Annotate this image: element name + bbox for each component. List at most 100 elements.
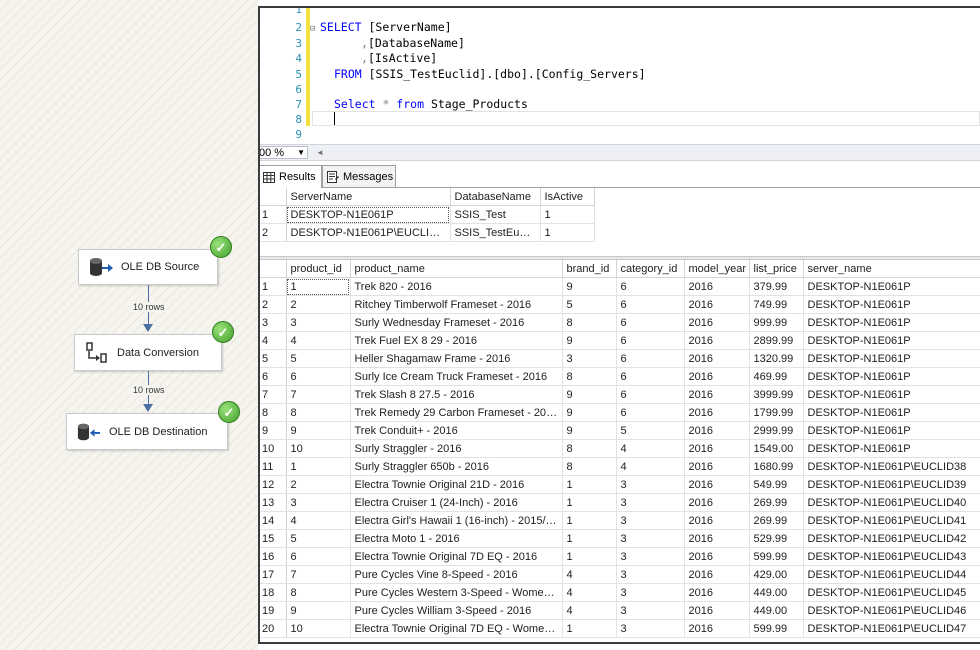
- table-cell[interactable]: 7: [286, 565, 351, 584]
- table-row[interactable]: 8 8 Trek Remedy 29 Carbon Frameset - 2016 9…: [260, 403, 980, 422]
- table-cell[interactable]: Electra Moto 1 - 2016: [350, 529, 563, 548]
- table-cell[interactable]: 1: [286, 277, 351, 296]
- row-number[interactable]: 1: [260, 277, 287, 296]
- table-cell[interactable]: Heller Shagamaw Frame - 2016: [350, 349, 563, 368]
- table-cell[interactable]: 2016: [684, 349, 750, 368]
- table-cell[interactable]: DESKTOP-N1E061P\EUCLID38: [803, 457, 980, 476]
- row-number[interactable]: 20: [260, 619, 287, 638]
- table-cell[interactable]: 999.99: [749, 313, 804, 332]
- column-header[interactable]: category_id: [616, 260, 685, 278]
- table-cell[interactable]: 599.99: [749, 547, 804, 566]
- table-cell[interactable]: 4: [562, 565, 617, 584]
- table-cell[interactable]: 1: [540, 205, 595, 224]
- table-row[interactable]: 17 7 Pure Cycles Vine 8-Speed - 2016 4 3 2016…: [260, 565, 980, 584]
- table-cell[interactable]: 2016: [684, 331, 750, 350]
- table-cell[interactable]: 1: [286, 457, 351, 476]
- row-number[interactable]: 16: [260, 547, 287, 566]
- query-editor[interactable]: 1 2 3 4 5 6 7 8 9 ⊟ SELECT [ServerName] …: [260, 8, 980, 144]
- table-row[interactable]: 20 10 Electra Townie Original 7D EQ - Wome…: [260, 619, 980, 638]
- table-cell[interactable]: 2016: [684, 583, 750, 602]
- table-cell[interactable]: Pure Cycles Western 3-Speed - Women's ..…: [350, 583, 563, 602]
- column-header[interactable]: model_year: [684, 260, 750, 278]
- table-cell[interactable]: 8: [562, 367, 617, 386]
- table-cell[interactable]: 6: [616, 349, 685, 368]
- table-row[interactable]: 9 9 Trek Conduit+ - 2016 9 5 2016 2999.99 DESKT…: [260, 421, 980, 440]
- column-header[interactable]: brand_id: [562, 260, 617, 278]
- table-cell[interactable]: SSIS_TestEuclid: [450, 223, 541, 242]
- column-header[interactable]: IsActive: [540, 188, 595, 206]
- table-row[interactable]: 5 5 Heller Shagamaw Frame - 2016 3 6 2016 1320…: [260, 349, 980, 368]
- row-number[interactable]: 4: [260, 331, 287, 350]
- table-cell[interactable]: Trek Conduit+ - 2016: [350, 421, 563, 440]
- table-cell[interactable]: 8: [562, 457, 617, 476]
- row-number[interactable]: 14: [260, 511, 287, 530]
- row-number[interactable]: 11: [260, 457, 287, 476]
- row-number[interactable]: 8: [260, 403, 287, 422]
- table-cell[interactable]: 2016: [684, 385, 750, 404]
- table-cell[interactable]: 4: [286, 511, 351, 530]
- table-cell[interactable]: 2016: [684, 529, 750, 548]
- table-row[interactable]: 7 7 Trek Slash 8 27.5 - 2016 9 6 2016 3999.99 D…: [260, 385, 980, 404]
- row-number[interactable]: 7: [260, 385, 287, 404]
- table-cell[interactable]: 1: [562, 529, 617, 548]
- table-cell[interactable]: 3: [562, 349, 617, 368]
- table-cell[interactable]: Surly Straggler 650b - 2016: [350, 457, 563, 476]
- table-cell[interactable]: 6: [616, 295, 685, 314]
- scroll-left-icon[interactable]: ◄: [316, 148, 324, 157]
- row-number[interactable]: 17: [260, 565, 287, 584]
- result-grid-servers[interactable]: ServerName DatabaseName IsActive 1 DESKTO…: [260, 188, 595, 242]
- table-cell[interactable]: 8: [286, 583, 351, 602]
- table-cell[interactable]: 9: [286, 601, 351, 620]
- table-cell[interactable]: 1320.99: [749, 349, 804, 368]
- tab-messages[interactable]: Messages: [322, 165, 396, 187]
- table-row[interactable]: 4 4 Trek Fuel EX 8 29 - 2016 9 6 2016 2899.99 D…: [260, 331, 980, 350]
- row-number[interactable]: 13: [260, 493, 287, 512]
- table-cell[interactable]: 3: [616, 619, 685, 638]
- column-header[interactable]: DatabaseName: [450, 188, 541, 206]
- row-number[interactable]: 6: [260, 367, 287, 386]
- table-cell[interactable]: DESKTOP-N1E061P\EUCLID44: [803, 565, 980, 584]
- table-cell[interactable]: 6: [616, 277, 685, 296]
- row-number[interactable]: 19: [260, 601, 287, 620]
- row-number[interactable]: 1: [260, 205, 287, 224]
- table-cell[interactable]: 3: [616, 475, 685, 494]
- table-cell[interactable]: 2016: [684, 367, 750, 386]
- table-cell[interactable]: 8: [562, 313, 617, 332]
- table-cell[interactable]: DESKTOP-N1E061P\EUCLID45: [803, 583, 980, 602]
- table-cell[interactable]: 2016: [684, 457, 750, 476]
- row-number[interactable]: 3: [260, 313, 287, 332]
- table-cell[interactable]: 429.00: [749, 565, 804, 584]
- table-cell[interactable]: DESKTOP-N1E061P: [803, 349, 980, 368]
- table-cell[interactable]: 3: [616, 493, 685, 512]
- table-cell[interactable]: 269.99: [749, 511, 804, 530]
- table-cell[interactable]: 2016: [684, 313, 750, 332]
- table-cell[interactable]: 2016: [684, 277, 750, 296]
- table-cell[interactable]: 6: [616, 331, 685, 350]
- table-cell[interactable]: 5: [616, 421, 685, 440]
- table-row[interactable]: 11 1 Surly Straggler 650b - 2016 8 4 2016 1680…: [260, 457, 980, 476]
- table-cell[interactable]: 5: [562, 295, 617, 314]
- table-cell[interactable]: DESKTOP-N1E061P: [803, 367, 980, 386]
- table-cell[interactable]: 2016: [684, 295, 750, 314]
- table-cell[interactable]: 2016: [684, 511, 750, 530]
- table-cell[interactable]: DESKTOP-N1E061P\EUCLID47: [803, 619, 980, 638]
- table-cell[interactable]: 529.99: [749, 529, 804, 548]
- table-cell[interactable]: 2016: [684, 403, 750, 422]
- table-cell[interactable]: 469.99: [749, 367, 804, 386]
- table-cell[interactable]: Ritchey Timberwolf Frameset - 2016: [350, 295, 563, 314]
- table-cell[interactable]: DESKTOP-N1E061P: [803, 313, 980, 332]
- table-cell[interactable]: DESKTOP-N1E061P\EUCLID42: [803, 529, 980, 548]
- table-cell[interactable]: 8: [562, 439, 617, 458]
- table-cell[interactable]: Electra Girl's Hawaii 1 (16-inch) - 2015…: [350, 511, 563, 530]
- table-cell[interactable]: 4: [562, 583, 617, 602]
- table-cell[interactable]: DESKTOP-N1E061P\EUCLID40: [803, 493, 980, 512]
- table-cell[interactable]: DESKTOP-N1E061P: [803, 403, 980, 422]
- tab-results[interactable]: Results: [260, 165, 322, 188]
- table-cell[interactable]: Pure Cycles Vine 8-Speed - 2016: [350, 565, 563, 584]
- row-number[interactable]: 2: [260, 223, 287, 242]
- table-row[interactable]: 1 1 Trek 820 - 2016 9 6 2016 379.99 DESKTOP-N1E…: [260, 277, 980, 296]
- collapse-toggle-icon[interactable]: ⊟: [310, 24, 315, 34]
- table-cell[interactable]: 1: [562, 619, 617, 638]
- table-cell[interactable]: 4: [616, 439, 685, 458]
- table-cell[interactable]: 4: [562, 601, 617, 620]
